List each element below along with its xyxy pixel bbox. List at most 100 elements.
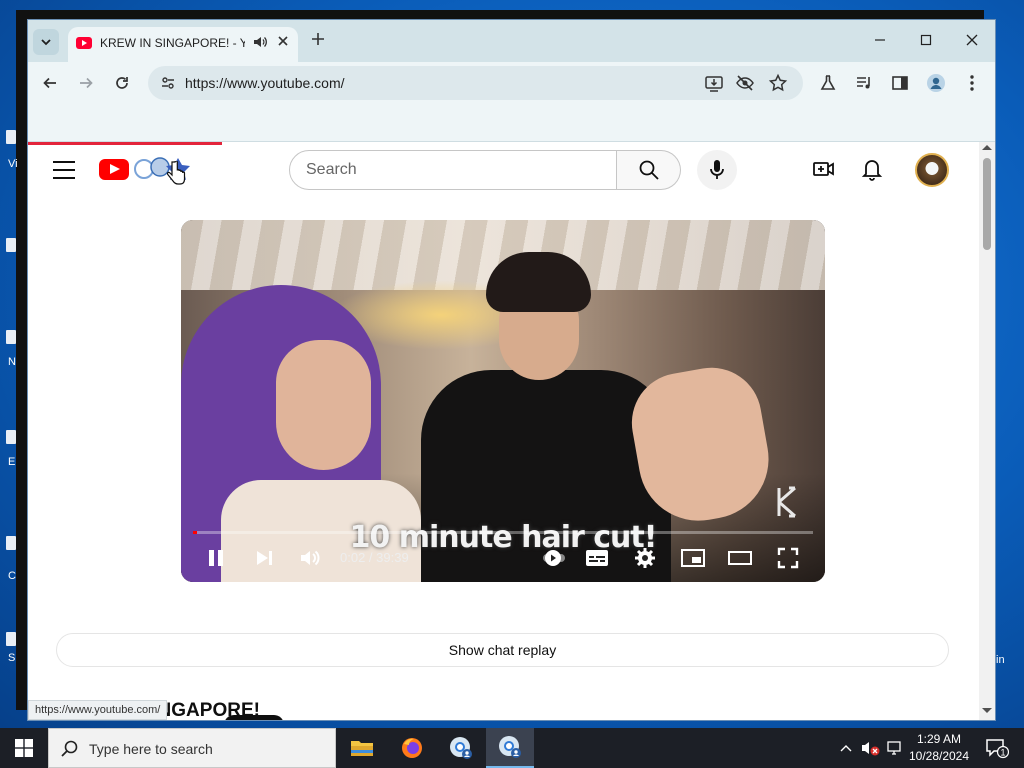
minimize-button[interactable]	[857, 26, 903, 54]
show-hidden-icons-button[interactable]	[836, 728, 856, 768]
video-player[interactable]: 10 minute hair cut! 0:02 / 39:39	[181, 220, 825, 582]
desktop-icon[interactable]	[6, 536, 16, 550]
guide-menu-icon[interactable]	[53, 161, 75, 179]
video-progress-bar[interactable]	[193, 531, 813, 534]
new-tab-button[interactable]	[310, 31, 326, 52]
desktop-icon[interactable]	[6, 238, 16, 252]
subtitles-button[interactable]	[585, 545, 609, 571]
taskbar-clock[interactable]: 1:29 AM 10/28/2024	[906, 731, 972, 765]
desktop-icon-label: in	[996, 654, 1005, 666]
volume-tray-button[interactable]	[860, 728, 882, 768]
theater-mode-button[interactable]	[727, 545, 753, 571]
file-explorer-button[interactable]	[338, 728, 386, 768]
address-bar[interactable]: https://www.youtube.com/	[148, 66, 803, 100]
miniplayer-icon	[681, 549, 705, 567]
desktop-icon-label: Vi	[8, 158, 18, 170]
video-time: 0:02 / 39:39	[340, 550, 409, 565]
media-controls-button[interactable]	[852, 71, 876, 95]
desktop-icon[interactable]	[6, 430, 16, 444]
desktop-icon[interactable]	[6, 130, 16, 144]
folder-icon	[351, 741, 373, 756]
firefox-button[interactable]	[388, 728, 436, 768]
taskbar-search-box[interactable]: Type here to search	[48, 728, 336, 768]
close-tab-icon[interactable]	[276, 34, 290, 53]
reload-button[interactable]	[110, 71, 134, 95]
start-button[interactable]	[0, 728, 48, 768]
maximize-button[interactable]	[903, 26, 949, 54]
search-button[interactable]	[617, 150, 681, 190]
channel-watermark-icon[interactable]	[775, 486, 811, 518]
menu-button[interactable]	[960, 71, 984, 95]
labs-button[interactable]	[816, 71, 840, 95]
notifications-button[interactable]	[860, 156, 884, 187]
notification-icon: 1	[986, 739, 1009, 759]
pause-button[interactable]	[207, 545, 225, 571]
video-progress-fill	[193, 531, 197, 534]
back-button[interactable]	[38, 71, 62, 95]
chrome-icon	[450, 737, 472, 759]
install-app-icon[interactable]	[704, 73, 724, 98]
minimize-icon	[875, 39, 885, 41]
desktop-icon-label: S	[8, 652, 16, 664]
fullscreen-icon	[777, 547, 799, 569]
voice-search-button[interactable]	[697, 150, 737, 190]
side-panel-button[interactable]	[888, 71, 912, 95]
scroll-down-icon[interactable]	[982, 708, 992, 713]
network-tray-button[interactable]	[884, 728, 906, 768]
miniplayer-button[interactable]	[680, 545, 706, 571]
notification-count: 1	[1000, 748, 1005, 758]
search-input[interactable]: Search	[289, 150, 617, 190]
chevron-up-icon	[840, 745, 852, 752]
autoplay-toggle[interactable]	[542, 545, 568, 571]
theater-mode-icon	[728, 551, 752, 565]
show-chat-replay-button[interactable]: Show chat replay	[56, 633, 949, 667]
account-avatar[interactable]	[915, 153, 949, 187]
search-icon	[639, 160, 659, 180]
youtube-page: Search 10 minute hair cut! 0:02 / 39:39 …	[28, 142, 979, 720]
page-scrollbar[interactable]	[979, 142, 995, 720]
tab-title: KREW IN SINGAPORE! - YouTube	[100, 36, 245, 50]
tab-strip: KREW IN SINGAPORE! - YouTube	[28, 20, 995, 62]
info-bar	[28, 104, 995, 142]
create-button[interactable]	[812, 157, 836, 186]
eye-off-icon[interactable]	[735, 73, 755, 98]
microphone-icon	[710, 160, 724, 179]
profile-icon	[927, 74, 945, 92]
flask-icon	[820, 75, 836, 90]
next-button[interactable]	[254, 545, 274, 571]
fullscreen-button[interactable]	[777, 545, 799, 571]
site-info-icon[interactable]	[160, 75, 176, 96]
tab-search-button[interactable]	[33, 29, 59, 55]
subtitles-icon	[586, 550, 608, 566]
desktop-icon[interactable]	[6, 632, 16, 646]
firefox-icon	[402, 738, 422, 758]
forward-button[interactable]	[74, 71, 98, 95]
tab-youtube[interactable]: KREW IN SINGAPORE! - YouTube	[68, 27, 298, 62]
arrow-right-icon	[80, 77, 93, 89]
plus-icon	[312, 33, 324, 45]
mute-button[interactable]	[299, 545, 321, 571]
arrow-left-icon	[43, 77, 56, 89]
bookmark-star-icon[interactable]	[768, 73, 788, 98]
settings-button[interactable]	[634, 545, 656, 571]
desktop-icon[interactable]	[6, 330, 16, 344]
chrome-icon	[499, 736, 521, 758]
speaker-icon[interactable]	[252, 34, 268, 55]
pause-icon	[209, 550, 223, 566]
profile-button[interactable]	[924, 71, 948, 95]
desktop-icon-label: E	[8, 456, 16, 468]
chrome-profile-button[interactable]	[437, 728, 485, 768]
scrollbar-thumb[interactable]	[983, 158, 991, 250]
close-window-button[interactable]	[949, 26, 995, 54]
skip-next-icon	[257, 551, 272, 565]
action-center-button[interactable]: 1	[980, 728, 1014, 768]
reload-icon	[116, 77, 128, 89]
pointer-cursor-icon	[166, 161, 186, 185]
browser-window: KREW IN SINGAPORE! - YouTube	[28, 20, 995, 720]
youtube-logo-icon[interactable]	[99, 159, 129, 180]
scroll-up-icon[interactable]	[982, 145, 992, 150]
status-url-tooltip: https://www.youtube.com/	[28, 700, 168, 720]
clock-date: 10/28/2024	[908, 749, 970, 763]
maximize-icon	[920, 34, 932, 46]
chrome-active-button[interactable]	[486, 728, 534, 768]
